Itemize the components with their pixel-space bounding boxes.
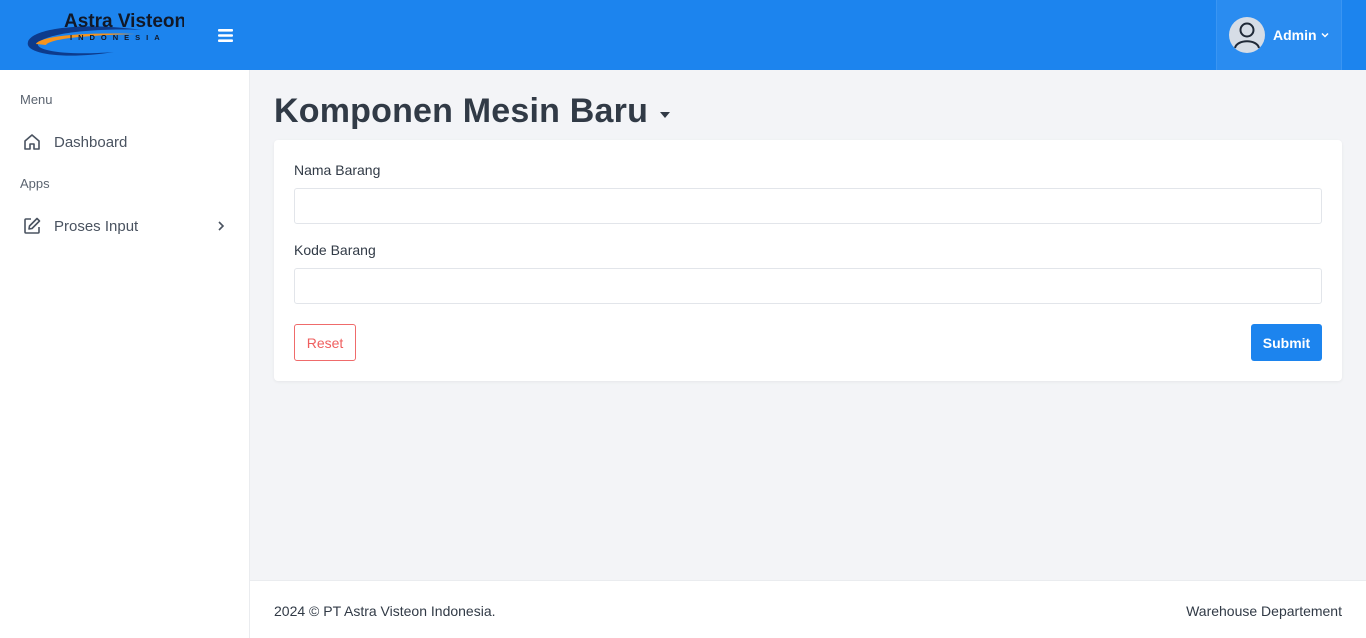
nama-barang-input[interactable]	[294, 188, 1322, 224]
footer-copyright: 2024 © PT Astra Visteon Indonesia.	[274, 603, 496, 619]
nama-barang-label: Nama Barang	[294, 162, 381, 178]
kode-barang-label: Kode Barang	[294, 242, 376, 258]
chevron-right-icon	[218, 221, 225, 231]
svg-text:Astra Visteon: Astra Visteon	[64, 11, 184, 32]
svg-text:INDONESIA: INDONESIA	[70, 33, 166, 42]
page-title: Komponen Mesin Baru	[274, 92, 649, 130]
sidebar-item-label: Proses Input	[54, 217, 139, 235]
edit-icon	[24, 217, 41, 234]
sidebar-item-proses-input[interactable]: Proses Input	[22, 213, 232, 239]
sidebar-section-title-menu: Menu	[20, 92, 53, 107]
form-card: Nama Barang Kode Barang Reset Submit	[274, 140, 1342, 381]
page-header: Komponen Mesin Baru	[274, 92, 671, 131]
kode-barang-input[interactable]	[294, 268, 1322, 304]
user-icon	[1234, 22, 1260, 49]
sidebar-item-dashboard[interactable]: Dashboard	[22, 129, 232, 155]
home-icon	[24, 134, 40, 150]
caret-down-icon[interactable]	[660, 111, 671, 118]
sidebar: Menu Dashboard Apps Proses Input	[0, 70, 250, 638]
footer-department: Warehouse Departement	[1186, 603, 1342, 619]
avatar	[1229, 17, 1265, 53]
submit-button[interactable]: Submit	[1251, 324, 1322, 361]
topbar: Astra Visteon INDONESIA Admin	[0, 0, 1366, 70]
menu-toggle-button[interactable]	[212, 22, 238, 48]
hamburger-icon	[217, 28, 233, 42]
sidebar-section-title-apps: Apps	[20, 176, 50, 191]
sidebar-item-label: Dashboard	[54, 133, 128, 151]
reset-button[interactable]: Reset	[294, 324, 356, 361]
footer: 2024 © PT Astra Visteon Indonesia. Wareh…	[250, 580, 1366, 638]
user-name: Admin	[1273, 27, 1317, 43]
astra-visteon-logo[interactable]: Astra Visteon INDONESIA	[24, 8, 186, 60]
user-menu-dropdown[interactable]: Admin	[1216, 0, 1342, 70]
chevron-down-icon	[1321, 32, 1329, 38]
